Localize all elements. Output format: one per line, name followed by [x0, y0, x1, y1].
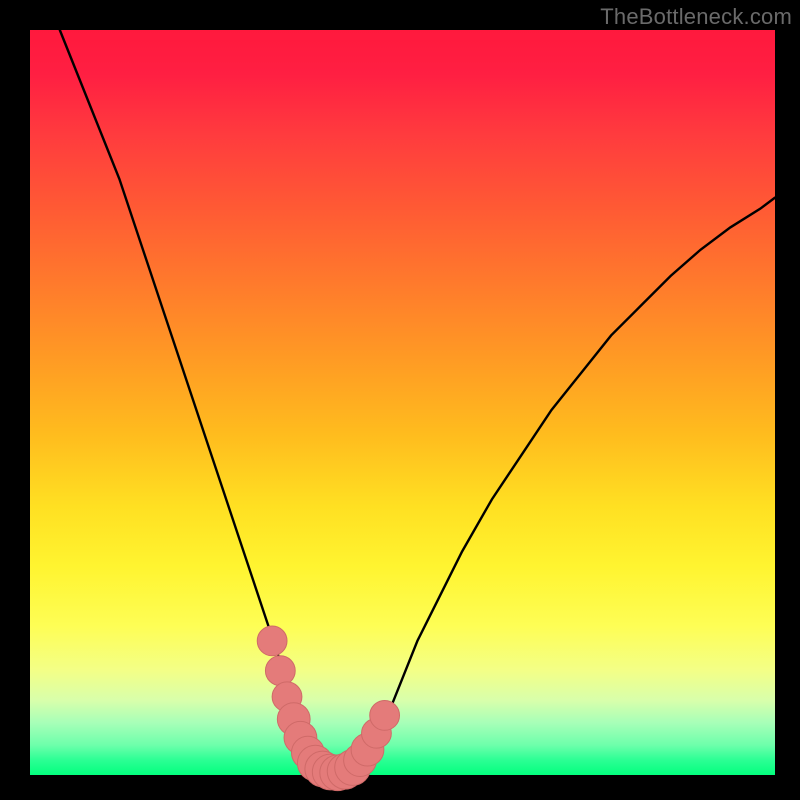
watermark-text: TheBottleneck.com [600, 4, 792, 30]
curve-marker [265, 656, 295, 686]
chart-frame: TheBottleneck.com [0, 0, 800, 800]
bottleneck-curve [60, 30, 775, 774]
curve-marker [257, 626, 287, 656]
bottleneck-curve-svg [30, 30, 775, 775]
plot-area [30, 30, 775, 775]
curve-marker [370, 701, 400, 731]
curve-markers [257, 626, 399, 791]
